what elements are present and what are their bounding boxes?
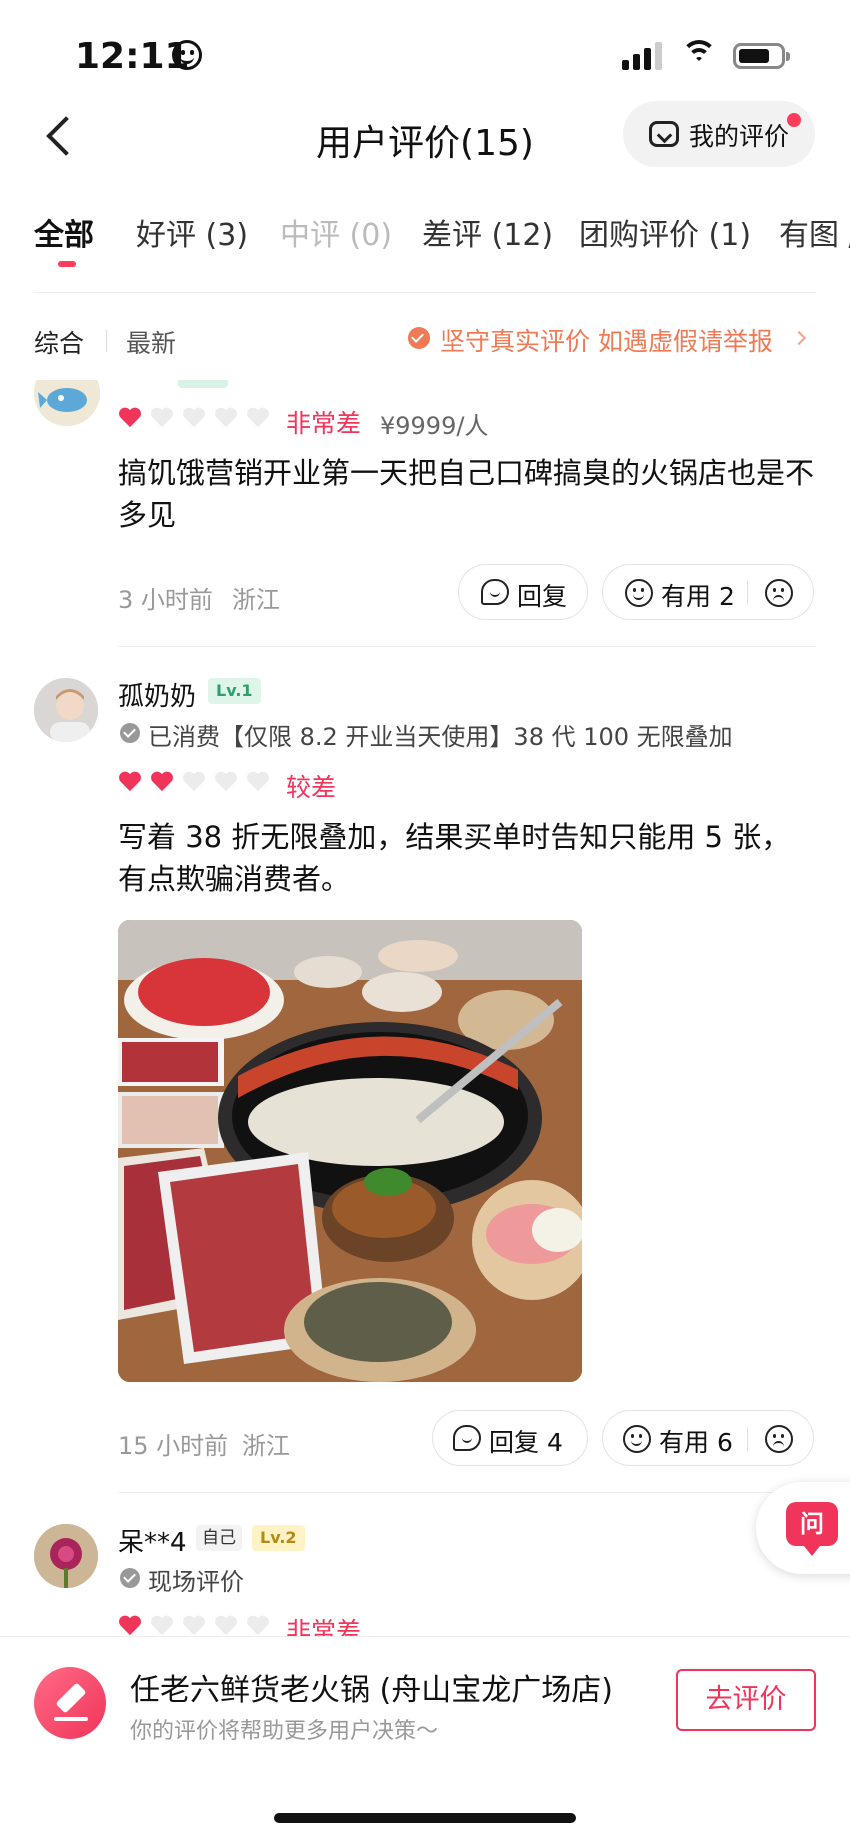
status-bar: 12:11 bbox=[0, 0, 850, 110]
review-location: 浙江 bbox=[242, 1432, 290, 1460]
rating-text: 较差 bbox=[286, 773, 337, 802]
hotpot-photo bbox=[118, 920, 582, 1382]
reply-button[interactable]: 回复 4 bbox=[432, 1410, 588, 1466]
verified-shield-icon bbox=[408, 327, 430, 349]
review-bubble-icon bbox=[649, 121, 679, 147]
sort-latest[interactable]: 最新 bbox=[126, 324, 176, 360]
active-tab-indicator bbox=[58, 261, 76, 267]
tab-negative[interactable]: 差评 (12) bbox=[422, 210, 553, 254]
reply-icon bbox=[453, 1425, 481, 1451]
reply-button[interactable]: 回复 bbox=[458, 564, 588, 620]
review-time: 15 小时前 bbox=[118, 1432, 229, 1460]
battery-icon bbox=[733, 43, 790, 69]
onsite-note: 现场评价 bbox=[148, 1568, 244, 1596]
useful-button[interactable]: 有用 2 bbox=[602, 564, 814, 620]
heart-icon bbox=[150, 772, 174, 796]
heart-icon bbox=[150, 408, 174, 432]
price-per-person: ¥9999/人 bbox=[380, 412, 489, 440]
review-content: 搞饥饿营销开业第一天把自己口碑搞臭的火锅店也是不多见 bbox=[118, 456, 815, 532]
store-name: 任老六鲜货老火锅 (舟山宝龙广场店) bbox=[130, 1673, 613, 1708]
ask-question-button[interactable]: 问 bbox=[756, 1482, 850, 1574]
write-review-button[interactable]: 去评价 bbox=[676, 1669, 816, 1731]
my-review-button[interactable]: 我的评价 bbox=[623, 101, 815, 167]
tab-all[interactable]: 全部 bbox=[34, 210, 94, 254]
sort-separator bbox=[106, 330, 107, 352]
button-separator bbox=[747, 1427, 748, 1451]
ask-icon: 问 bbox=[786, 1502, 838, 1556]
avatar[interactable] bbox=[34, 380, 100, 426]
heart-icon bbox=[182, 408, 206, 432]
tab-with-photos[interactable]: 有图 / bbox=[779, 210, 850, 254]
flower-avatar-image bbox=[34, 1524, 98, 1588]
tab-neutral[interactable]: 中评 (0) bbox=[280, 210, 392, 254]
store-hint: 你的评价将帮助更多用户决策～ bbox=[130, 1719, 439, 1744]
review-location: 浙江 bbox=[232, 586, 280, 614]
rating-text: 非常差 bbox=[286, 409, 362, 438]
avatar[interactable] bbox=[34, 678, 98, 742]
level-badge: Lv.2 bbox=[252, 1525, 305, 1551]
review-list: 非常差 ¥9999/人 搞饥饿营销开业第一天把自己口碑搞臭的火锅店也是不多见 3… bbox=[0, 380, 850, 1636]
smiley-icon bbox=[172, 40, 202, 70]
useful-button[interactable]: 有用 6 bbox=[602, 1410, 814, 1466]
avatar[interactable] bbox=[34, 1524, 98, 1588]
fish-avatar-icon bbox=[34, 380, 100, 426]
my-review-label: 我的评价 bbox=[689, 122, 790, 151]
rating-hearts bbox=[118, 772, 278, 800]
sad-face-icon[interactable] bbox=[765, 579, 793, 607]
review-time: 3 小时前 bbox=[118, 586, 213, 614]
tab-positive[interactable]: 好评 (3) bbox=[136, 210, 248, 254]
bottom-review-bar: 任老六鲜货老火锅 (舟山宝龙广场店) 你的评价将帮助更多用户决策～ 去评价 bbox=[0, 1636, 850, 1839]
reply-label: 回复 bbox=[517, 582, 568, 611]
tab-group-buy[interactable]: 团购评价 (1) bbox=[579, 210, 751, 254]
useful-label: 有用 2 bbox=[661, 582, 735, 611]
heart-icon bbox=[246, 408, 270, 432]
reply-label: 回复 4 bbox=[489, 1428, 563, 1457]
heart-icon bbox=[118, 1616, 142, 1636]
heart-icon bbox=[182, 772, 206, 796]
smile-icon bbox=[625, 579, 653, 607]
self-tag: 自己 bbox=[196, 1525, 242, 1551]
heart-icon bbox=[214, 408, 238, 432]
consumed-note: 已消费【仅限 8.2 开业当天使用】38 代 100 无限叠加 bbox=[148, 723, 733, 751]
filter-tabs: 全部 好评 (3) 中评 (0) 差评 (12) 团购评价 (1) 有图 / bbox=[34, 210, 850, 260]
heart-icon bbox=[246, 772, 270, 796]
notification-dot bbox=[787, 113, 801, 127]
rating-text: 非常差 bbox=[286, 1617, 362, 1636]
level-badge: Lv.1 bbox=[208, 678, 261, 704]
verified-icon bbox=[120, 723, 140, 743]
heart-icon bbox=[150, 1616, 174, 1636]
heart-icon bbox=[214, 772, 238, 796]
chevron-right-icon bbox=[791, 330, 807, 346]
heart-icon bbox=[118, 408, 142, 432]
edit-pen-icon bbox=[34, 1667, 106, 1739]
review-divider bbox=[118, 1492, 816, 1493]
username[interactable]: 孤奶奶 bbox=[118, 676, 196, 713]
review-divider bbox=[118, 646, 816, 647]
review-photo[interactable] bbox=[118, 920, 582, 1382]
button-separator bbox=[747, 581, 748, 605]
authentic-review-notice[interactable]: 坚守真实评价 如遇虚假请举报 bbox=[440, 322, 773, 358]
rating-hearts bbox=[118, 1616, 278, 1636]
cellular-signal-icon bbox=[622, 42, 664, 70]
username[interactable]: 呆**4 bbox=[118, 1522, 187, 1559]
rating-hearts bbox=[118, 408, 278, 436]
useful-label: 有用 6 bbox=[659, 1428, 733, 1457]
heart-icon bbox=[246, 1616, 270, 1636]
heart-icon bbox=[182, 1616, 206, 1636]
level-badge bbox=[178, 380, 228, 388]
home-indicator[interactable] bbox=[274, 1813, 576, 1823]
verified-icon bbox=[120, 1568, 140, 1588]
smile-icon bbox=[623, 1425, 651, 1453]
heart-icon bbox=[214, 1616, 238, 1636]
sad-face-icon[interactable] bbox=[765, 1425, 793, 1453]
divider bbox=[34, 292, 816, 293]
sort-comprehensive[interactable]: 综合 bbox=[34, 324, 84, 360]
baby-avatar-image bbox=[34, 678, 98, 742]
reply-icon bbox=[481, 579, 509, 605]
wifi-icon bbox=[680, 40, 718, 70]
review-content: 写着 38 折无限叠加，结果买单时告知只能用 5 张，有点欺骗消费者。 bbox=[118, 820, 791, 896]
heart-icon bbox=[118, 772, 142, 796]
